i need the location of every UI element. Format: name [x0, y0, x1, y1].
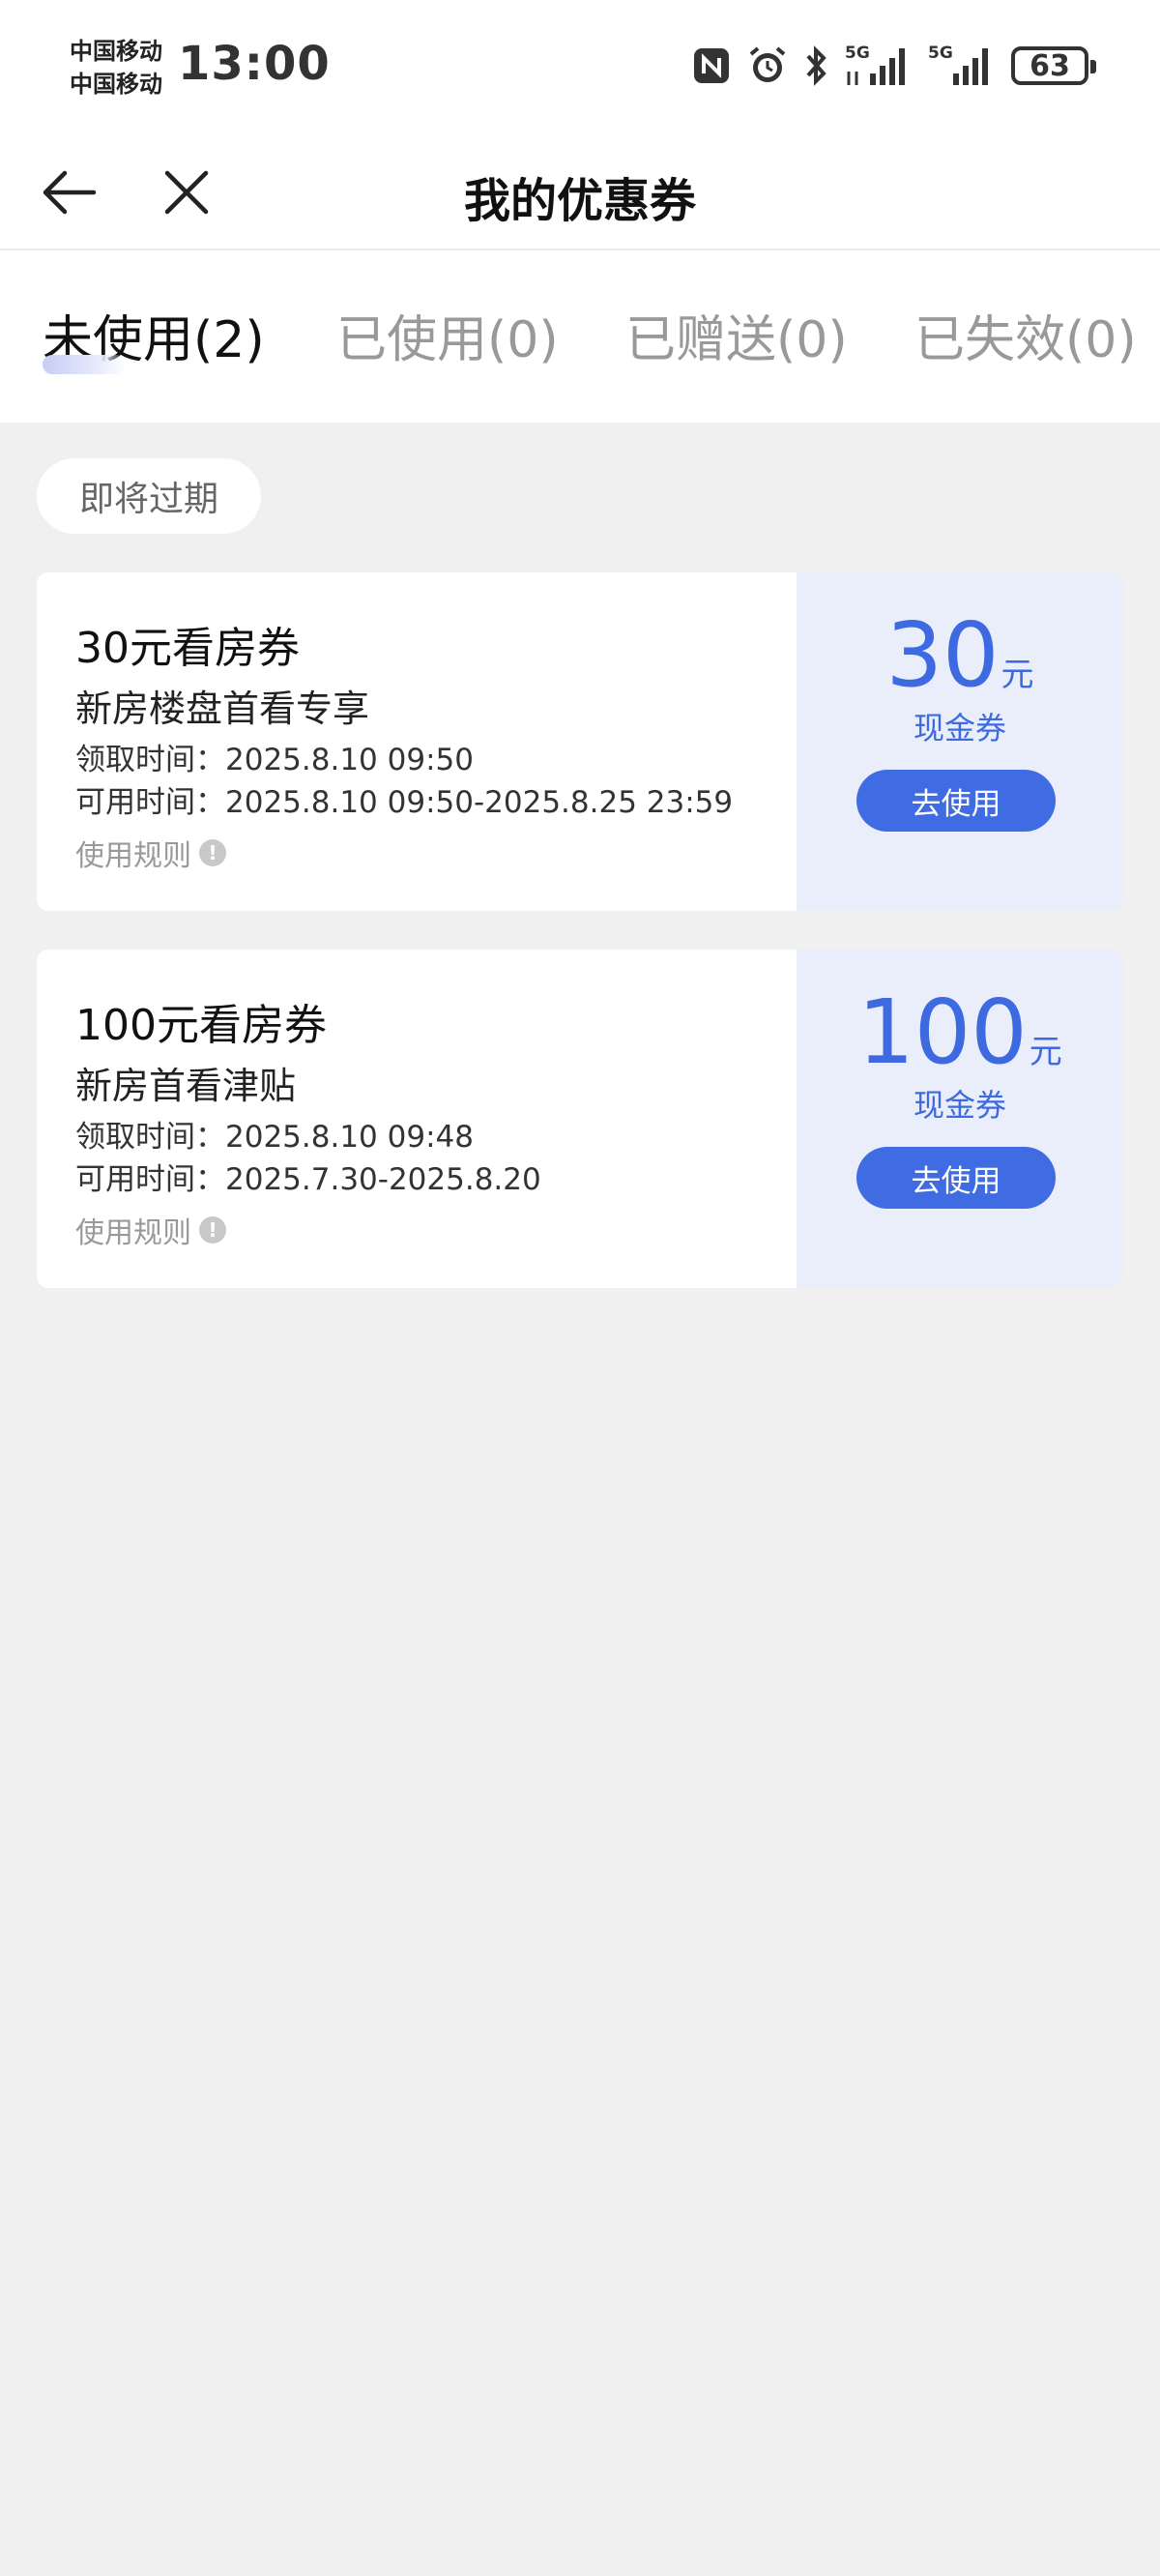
- coupon-tabs: 未使用(2) 已使用(0) 已赠送(0) 已失效(0): [0, 250, 1160, 423]
- nav-bar: 我的优惠券: [0, 135, 1160, 249]
- signal-5g-icon: 5G: [928, 44, 988, 85]
- signal-5g-icon: 5G: [845, 44, 905, 85]
- alarm-icon: [749, 46, 786, 82]
- coupon-type: 现金券: [913, 710, 1006, 746]
- coupon-valid-time: 可用时间：2025.8.10 09:50-2025.8.25 23:59: [75, 785, 734, 820]
- battery-level: 63: [1030, 48, 1070, 83]
- coupon-amount-unit: 元: [1029, 1033, 1062, 1071]
- carrier-2: 中国移动: [70, 71, 162, 98]
- active-tab-indicator: [43, 355, 126, 374]
- coupon-page: 中国移动 中国移动 13:00 5G 5G 63 我的优惠券 未使用(2) 已使…: [0, 0, 1160, 2576]
- page-title: 我的优惠券: [463, 174, 696, 228]
- bluetooth-icon: [806, 45, 826, 86]
- coupon-valid-time: 可用时间：2025.7.30-2025.8.20: [75, 1162, 541, 1197]
- coupon-details: 30元看房券 新房楼盘首看专享 领取时间：2025.8.10 09:50 可用时…: [37, 572, 797, 911]
- svg-text:5G: 5G: [845, 44, 870, 63]
- battery-icon: 63: [1011, 46, 1096, 85]
- tab-expired[interactable]: 已失效(0): [914, 299, 1137, 371]
- coupon-card: 100元看房券 新房首看津贴 领取时间：2025.8.10 09:48 可用时间…: [37, 950, 1123, 1288]
- carrier-1: 中国移动: [70, 38, 162, 65]
- info-icon: !: [199, 1216, 226, 1244]
- use-coupon-button[interactable]: 去使用: [856, 1147, 1056, 1209]
- coupon-value-panel: 30元 现金券 去使用: [797, 572, 1123, 911]
- tab-used[interactable]: 已使用(0): [336, 299, 559, 371]
- coupon-title: 100元看房券: [75, 1001, 327, 1050]
- svg-text:5G: 5G: [928, 44, 953, 63]
- use-coupon-button[interactable]: 去使用: [856, 770, 1056, 832]
- info-icon: !: [199, 839, 226, 866]
- usage-rules-link[interactable]: 使用规则 !: [75, 832, 226, 874]
- usage-rules-label: 使用规则: [75, 1216, 191, 1250]
- coupon-subtitle: 新房首看津贴: [75, 1065, 297, 1107]
- coupon-details: 100元看房券 新房首看津贴 领取时间：2025.8.10 09:48 可用时间…: [37, 950, 797, 1288]
- usage-rules-label: 使用规则: [75, 839, 191, 873]
- coupon-amount: 30元: [797, 607, 1123, 704]
- coupon-amount-value: 100: [857, 981, 1028, 1084]
- coupon-title: 30元看房券: [75, 624, 300, 673]
- coupon-value-panel: 100元 现金券 去使用: [797, 950, 1123, 1288]
- nfc-icon: [694, 48, 729, 83]
- coupon-amount-unit: 元: [1000, 656, 1034, 694]
- expiring-soon-chip[interactable]: 即将过期: [37, 458, 261, 534]
- coupon-received-time: 领取时间：2025.8.10 09:50: [75, 743, 474, 777]
- coupon-amount: 100元: [797, 984, 1123, 1081]
- status-time: 13:00: [178, 37, 331, 91]
- system-icons: 5G 5G 63: [690, 43, 1096, 89]
- coupon-card: 30元看房券 新房楼盘首看专享 领取时间：2025.8.10 09:50 可用时…: [37, 572, 1123, 911]
- usage-rules-link[interactable]: 使用规则 !: [75, 1209, 226, 1251]
- coupon-subtitle: 新房楼盘首看专享: [75, 688, 370, 730]
- carrier-info: 中国移动 中国移动: [70, 35, 162, 101]
- status-bar: 中国移动 中国移动 13:00 5G 5G 63: [0, 0, 1160, 135]
- coupon-received-time: 领取时间：2025.8.10 09:48: [75, 1120, 474, 1155]
- coupon-type: 现金券: [913, 1087, 1006, 1124]
- tab-gifted[interactable]: 已赠送(0): [625, 299, 848, 371]
- coupon-amount-value: 30: [885, 603, 1000, 707]
